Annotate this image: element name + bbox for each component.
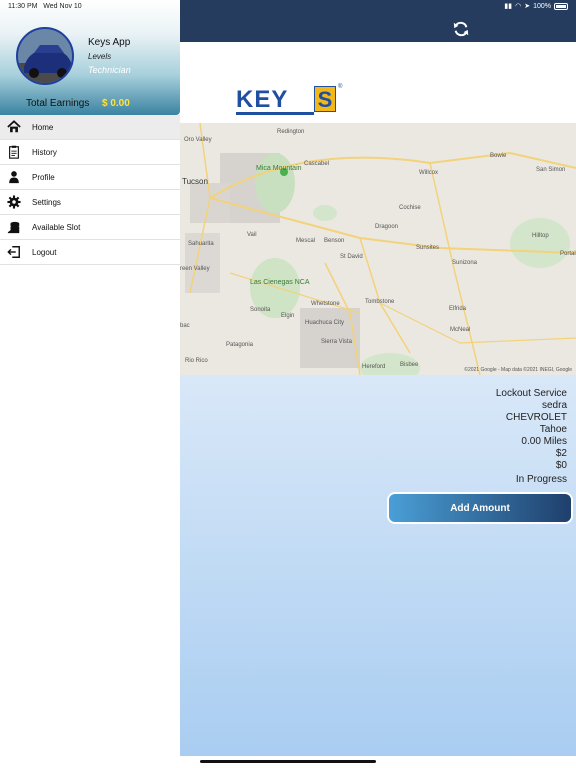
- status-time: 11:30 PM: [8, 3, 38, 10]
- map-label: Portal: [560, 251, 576, 257]
- map-park: [313, 205, 337, 221]
- history-icon: [9, 145, 19, 159]
- menu-label: History: [32, 147, 57, 157]
- map-label: Redington: [277, 129, 305, 135]
- status-date: Wed Nov 10: [43, 3, 82, 10]
- map-label: Mescal: [296, 238, 316, 244]
- user-role: Technician: [88, 65, 131, 75]
- refresh-icon[interactable]: [452, 20, 470, 38]
- map-label: bac: [180, 323, 190, 329]
- user-icon: [9, 171, 19, 184]
- map-label: Dragoon: [375, 224, 399, 230]
- map-label: Willcox: [419, 170, 438, 176]
- map-label: Vail: [247, 232, 257, 238]
- logo-registered: ®: [338, 84, 343, 90]
- map-label: Rio Rico: [185, 358, 208, 364]
- logo-text: KEY: [236, 86, 289, 113]
- map-label: Tombstone: [365, 299, 395, 305]
- menu-item-profile[interactable]: Profile: [0, 165, 180, 190]
- side-drawer: 11:30 PM Wed Nov 10 Keys App Levels Tech…: [0, 0, 180, 768]
- menu-label: Profile: [32, 172, 55, 182]
- logout-icon: [7, 246, 20, 258]
- battery-percent: 100%: [533, 2, 551, 10]
- drawer-menu: Home History Profile Settings Available …: [0, 115, 180, 265]
- vehicle-make: CHEVROLET: [505, 412, 567, 423]
- gear-icon: [7, 195, 21, 209]
- top-bar: ▮▮ ◠ ➤ 100%: [180, 0, 576, 42]
- map-label: Huachuca City: [305, 320, 345, 326]
- map-label: McNeal: [450, 327, 471, 333]
- drawer-header: 11:30 PM Wed Nov 10 Keys App Levels Tech…: [0, 0, 180, 115]
- map-road: [359, 237, 411, 354]
- menu-item-available-slot[interactable]: Available Slot: [0, 215, 180, 240]
- map-road: [429, 162, 481, 375]
- total-earnings-label: Total Earnings: [26, 98, 90, 109]
- customer-name: sedra: [541, 400, 567, 411]
- map-label: Sunsites: [416, 245, 440, 251]
- battery-icon: [554, 2, 568, 10]
- map-copyright: ©2021 Google - Map data ©2021 INEGI, Goo…: [464, 367, 572, 373]
- job-status: In Progress: [515, 474, 567, 485]
- avatar[interactable]: [16, 27, 74, 85]
- menu-item-settings[interactable]: Settings: [0, 190, 180, 215]
- vehicle-model: Tahoe: [539, 424, 567, 435]
- map-label: Cascabel: [304, 161, 330, 167]
- map-label: Tucson: [182, 177, 208, 186]
- menu-item-logout[interactable]: Logout: [0, 240, 180, 265]
- map-label: Hereford: [362, 364, 386, 370]
- map-label: St David: [340, 254, 363, 260]
- map-label: reen Valley: [180, 266, 210, 272]
- map-label: Bisbee: [400, 362, 419, 368]
- keys-logo: KEY S ®: [236, 84, 343, 116]
- menu-item-home[interactable]: Home: [0, 115, 180, 140]
- map-graphics: [185, 123, 576, 375]
- extra-amount: $0: [555, 460, 567, 471]
- map-park: [255, 153, 295, 213]
- map-label: Hilltop: [532, 233, 549, 239]
- job-details-panel: Lockout Service sedra CHEVROLET Tahoe 0.…: [180, 375, 576, 756]
- map-label: Las Cienegas NCA: [250, 279, 310, 286]
- map-label: San Simon: [536, 167, 566, 173]
- map-park: [510, 218, 570, 268]
- wifi-icon: ◠: [515, 3, 522, 10]
- logo-underline: [236, 112, 314, 115]
- distance: 0.00 Miles: [521, 436, 567, 447]
- main-screen: ▮▮ ◠ ➤ 100% KEY S ® Redington Oro Valley…: [180, 0, 576, 768]
- map-label: Cochise: [399, 205, 421, 211]
- menu-label: Home: [32, 122, 54, 132]
- app-name: Keys App: [88, 37, 131, 48]
- map-label: Benson: [324, 238, 345, 244]
- map-label: Bowie: [490, 153, 507, 159]
- signal-icon: ▮▮: [504, 3, 513, 10]
- logo-s: S: [314, 86, 336, 112]
- map-label: Mica Mountain: [256, 165, 302, 172]
- user-level: Levels: [88, 52, 112, 61]
- car-photo: [18, 29, 72, 83]
- menu-label: Available Slot: [32, 222, 81, 232]
- price: $2: [555, 448, 567, 459]
- map-road: [379, 302, 576, 344]
- map-view[interactable]: Redington Oro Valley Cascabel Mica Mount…: [180, 123, 576, 375]
- status-bar-right: ▮▮ ◠ ➤ 100%: [504, 2, 568, 10]
- location-icon: ➤: [524, 3, 531, 10]
- coins-icon: [7, 221, 20, 234]
- home-indicator: [200, 760, 376, 763]
- map-label: Elgin: [281, 313, 295, 319]
- map-label: Patagonia: [226, 342, 254, 348]
- add-amount-button[interactable]: Add Amount: [387, 492, 573, 524]
- menu-item-history[interactable]: History: [0, 140, 180, 165]
- map-label: Sierra Vista: [321, 339, 352, 345]
- map-label: Sonoita: [250, 307, 271, 313]
- home-icon: [7, 120, 21, 133]
- service-type: Lockout Service: [495, 388, 567, 399]
- map-label: Whetstone: [311, 301, 340, 307]
- map-label: Elfrida: [449, 306, 467, 312]
- status-bar-left: 11:30 PM Wed Nov 10: [8, 3, 82, 10]
- map-label: Oro Valley: [184, 137, 212, 143]
- menu-label: Settings: [32, 197, 61, 207]
- map-label: Sahuarita: [188, 241, 214, 247]
- total-earnings-value: $ 0.00: [102, 98, 130, 109]
- map-label: Sunizona: [452, 260, 478, 266]
- menu-label: Logout: [32, 247, 57, 257]
